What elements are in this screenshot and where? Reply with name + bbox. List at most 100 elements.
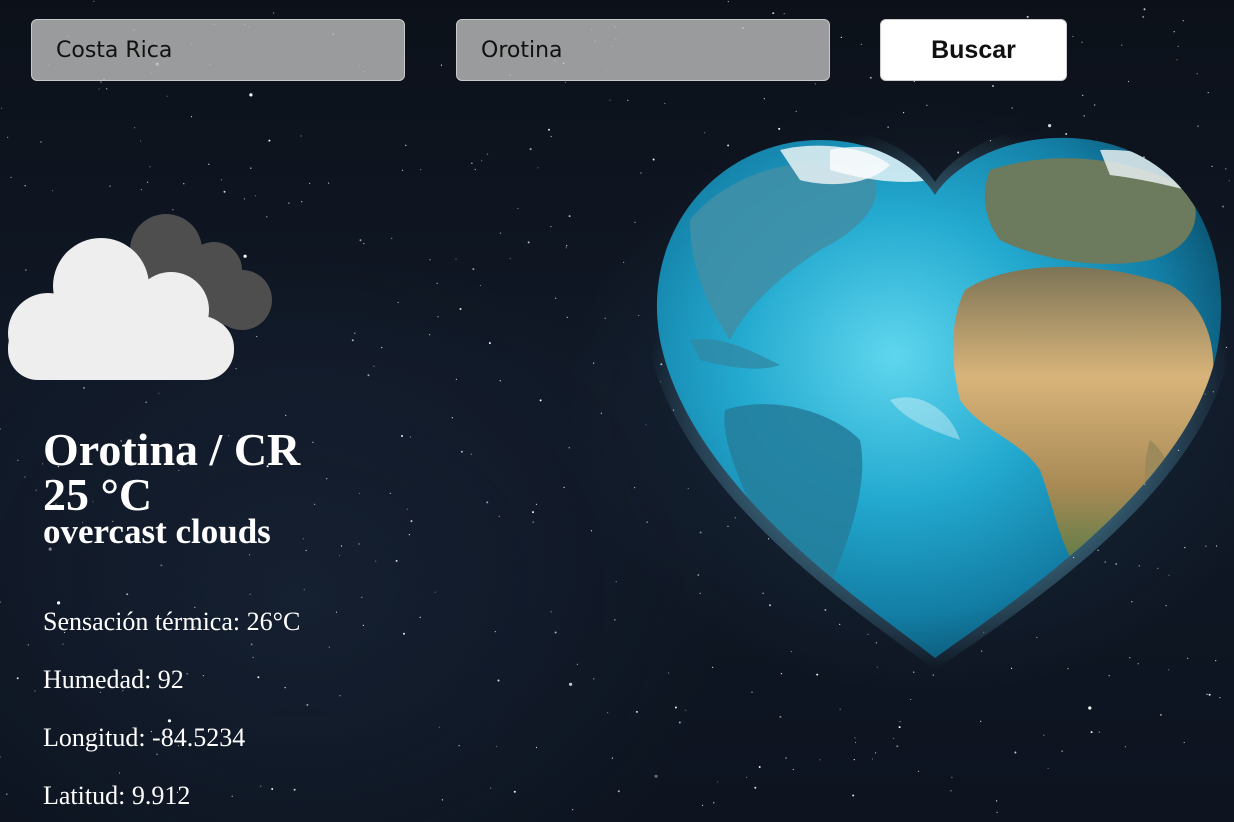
star bbox=[1072, 35, 1074, 38]
star bbox=[285, 414, 287, 416]
star bbox=[1219, 697, 1221, 699]
star bbox=[401, 435, 403, 437]
star bbox=[410, 520, 413, 523]
star bbox=[306, 703, 309, 706]
star bbox=[340, 545, 343, 547]
star bbox=[1183, 741, 1185, 744]
star bbox=[563, 486, 565, 488]
star bbox=[499, 232, 502, 234]
star bbox=[627, 99, 629, 101]
star bbox=[1124, 746, 1126, 748]
star bbox=[0, 756, 1, 758]
star bbox=[339, 695, 341, 697]
star bbox=[458, 745, 460, 747]
star bbox=[572, 809, 574, 811]
star bbox=[980, 720, 982, 723]
star bbox=[1177, 45, 1179, 48]
star bbox=[751, 691, 753, 693]
star bbox=[249, 93, 253, 97]
star bbox=[593, 362, 595, 364]
star bbox=[1, 107, 3, 109]
star bbox=[910, 698, 912, 701]
star bbox=[62, 643, 64, 645]
star bbox=[156, 753, 158, 755]
star bbox=[389, 492, 391, 494]
city-input[interactable] bbox=[456, 19, 830, 81]
star bbox=[860, 43, 863, 45]
star bbox=[451, 417, 453, 419]
star bbox=[34, 690, 36, 692]
search-button[interactable]: Buscar bbox=[880, 19, 1067, 81]
star bbox=[254, 195, 257, 197]
star bbox=[488, 342, 491, 345]
star bbox=[109, 185, 111, 187]
star bbox=[951, 776, 953, 779]
star bbox=[35, 489, 37, 491]
star bbox=[713, 802, 715, 804]
star bbox=[785, 757, 787, 759]
star bbox=[363, 243, 365, 245]
star bbox=[305, 549, 307, 552]
star bbox=[1088, 706, 1092, 710]
star bbox=[471, 162, 473, 164]
star bbox=[1176, 59, 1178, 61]
star bbox=[208, 163, 210, 165]
star bbox=[1061, 750, 1063, 752]
star bbox=[186, 673, 188, 675]
star bbox=[717, 781, 719, 783]
star bbox=[293, 788, 296, 791]
star bbox=[529, 148, 532, 151]
overcast-clouds-icon bbox=[8, 214, 272, 380]
star bbox=[1142, 15, 1145, 18]
star bbox=[373, 365, 375, 367]
star bbox=[300, 135, 302, 137]
star bbox=[100, 81, 102, 83]
star bbox=[1098, 731, 1100, 733]
star bbox=[140, 140, 142, 142]
star bbox=[854, 741, 857, 744]
star bbox=[568, 447, 570, 449]
star bbox=[499, 380, 501, 382]
star bbox=[1014, 751, 1017, 754]
star bbox=[517, 207, 519, 210]
star bbox=[678, 721, 681, 724]
star bbox=[250, 167, 252, 169]
star bbox=[565, 247, 567, 249]
star bbox=[607, 712, 609, 714]
country-input[interactable] bbox=[31, 19, 405, 81]
star bbox=[899, 721, 901, 723]
star bbox=[126, 593, 129, 596]
longitude-text: Longitud: -84.5234 bbox=[43, 723, 246, 752]
star bbox=[555, 297, 557, 299]
star bbox=[996, 811, 998, 813]
star bbox=[436, 282, 438, 284]
star bbox=[614, 619, 616, 621]
star bbox=[51, 190, 54, 192]
star bbox=[472, 268, 475, 271]
star bbox=[1090, 731, 1093, 734]
star bbox=[564, 81, 567, 83]
star bbox=[875, 752, 877, 754]
star bbox=[16, 677, 19, 680]
star bbox=[746, 776, 748, 779]
star bbox=[1173, 31, 1175, 33]
star bbox=[24, 185, 26, 187]
star bbox=[566, 316, 568, 318]
star bbox=[438, 726, 440, 728]
star bbox=[361, 596, 363, 598]
star bbox=[479, 284, 481, 287]
star bbox=[437, 316, 439, 318]
star bbox=[853, 759, 855, 761]
star bbox=[839, 708, 841, 710]
star bbox=[635, 710, 638, 713]
star bbox=[328, 182, 330, 184]
star bbox=[302, 538, 304, 540]
star bbox=[617, 790, 620, 793]
star bbox=[917, 770, 920, 772]
star bbox=[459, 308, 462, 310]
star bbox=[434, 591, 436, 593]
star bbox=[220, 179, 223, 181]
star bbox=[869, 76, 872, 79]
star bbox=[490, 787, 492, 789]
star bbox=[604, 317, 606, 319]
